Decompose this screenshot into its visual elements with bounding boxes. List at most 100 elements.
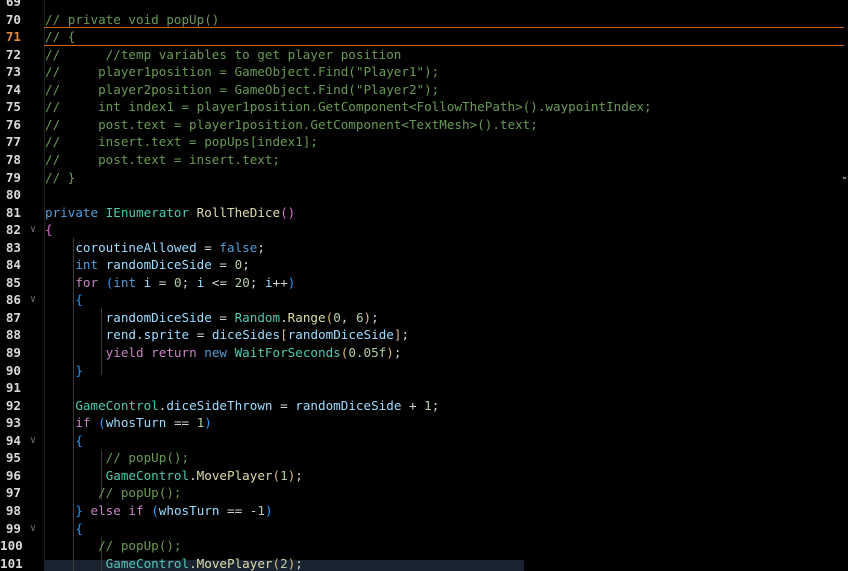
line-number: 75	[5, 99, 21, 115]
line-number: 98	[5, 502, 21, 518]
code-line[interactable]: 88 rend.sprite = diceSides[randomDiceSid…	[0, 326, 848, 344]
code-text: if (whosTurn == 1)	[45, 414, 212, 432]
line-number: 88	[5, 327, 21, 343]
code-line[interactable]: 85 for (int i = 0; i <= 20; i++)	[0, 274, 848, 292]
code-token: =	[272, 397, 296, 413]
code-line[interactable]: 76 // post.text = player1position.GetComp…	[0, 116, 848, 134]
code-line[interactable]: 69	[0, 0, 848, 11]
line-number: 87	[5, 309, 21, 325]
code-token: 0	[173, 274, 182, 290]
code-token: IEnumerator	[105, 204, 197, 220]
line-number: 84	[5, 257, 21, 273]
line-number: 71	[5, 29, 21, 45]
code-token: =	[189, 327, 212, 343]
code-line[interactable]: 97 // popUp();	[0, 484, 848, 502]
code-line[interactable]: 77 // insert.text = popUps[index1];	[0, 133, 848, 151]
code-token: diceSides	[211, 327, 281, 343]
code-line[interactable]: 96 GameControl.MovePlayer(1);	[0, 467, 848, 485]
fold-chevron-icon[interactable]: ∨	[30, 221, 40, 239]
code-line[interactable]: 100 // popUp();	[0, 537, 848, 555]
fold-chevron-icon[interactable]: ∨	[30, 432, 40, 450]
code-line[interactable]: 95 // popUp();	[0, 449, 848, 467]
code-text: // popUp();	[45, 484, 181, 502]
line-number: 80	[5, 187, 21, 203]
line-number: 93	[5, 415, 21, 431]
code-line[interactable]: 98 } else if (whosTurn == -1)	[0, 502, 848, 520]
line-number: 76	[5, 116, 21, 132]
code-token: // player1position = GameObject.Find("Pl…	[45, 64, 440, 80]
code-token: whosTurn	[105, 415, 167, 431]
code-line[interactable]: 73 // player1position = GameObject.Find("…	[0, 63, 848, 81]
code-line[interactable]: 82 ∨ {	[0, 221, 848, 239]
code-token: // //temp variables to get player positi…	[45, 46, 402, 62]
code-token: GameControl	[75, 397, 159, 413]
code-text: yield return new WaitForSeconds(0.05f);	[45, 344, 402, 362]
code-line[interactable]: 74 // player2position = GameObject.Find("…	[0, 81, 848, 99]
code-line[interactable]: 87 randomDiceSide = Random.Range(0, 6);	[0, 309, 848, 327]
code-token: {	[75, 432, 83, 448]
code-token: 0	[333, 309, 341, 325]
code-line[interactable]: 78 // post.text = insert.text;	[0, 151, 848, 169]
line-number: 79	[5, 169, 21, 185]
code-text: private IEnumerator RollTheDice()	[45, 204, 295, 222]
code-line[interactable]: 80	[0, 186, 848, 204]
line-number: 95	[5, 450, 21, 466]
fold-chevron-icon[interactable]: ∨	[30, 291, 40, 309]
code-token: )	[264, 502, 273, 518]
code-line[interactable]: 71 // {	[0, 28, 848, 46]
line-number: 99	[5, 520, 21, 536]
code-token: false	[219, 239, 258, 255]
fold-chevron-icon[interactable]: ∨	[30, 520, 40, 538]
code-line[interactable]: 91	[0, 379, 848, 397]
code-text: // //temp variables to get player positi…	[45, 46, 401, 64]
code-token: )	[386, 345, 394, 360]
line-number: 100	[0, 538, 23, 554]
code-text: {	[45, 432, 83, 450]
code-line[interactable]: 79 // }	[0, 169, 848, 187]
code-token: ;	[371, 309, 379, 325]
code-line[interactable]: 92 GameControl.diceSideThrown = randomDi…	[0, 397, 848, 415]
code-token: ;	[295, 555, 303, 571]
code-token: // player2position = GameObject.Find("Pl…	[45, 81, 440, 97]
code-token: Random	[234, 309, 281, 325]
code-text: for (int i = 0; i <= 20; i++)	[45, 274, 295, 292]
line-number: 94	[5, 432, 21, 448]
code-token: diceSideThrown	[166, 397, 273, 413]
code-line[interactable]: 75 // int index1 = player1position.GetCom…	[0, 98, 848, 116]
code-token: ;	[242, 257, 250, 273]
code-token: .	[136, 327, 144, 343]
code-token: MovePlayer	[196, 555, 273, 571]
code-token: 2	[280, 555, 288, 571]
code-line[interactable]: 83 coroutineAllowed = false;	[0, 239, 848, 257]
code-line[interactable]: 101 GameControl.MovePlayer(2);	[0, 555, 848, 571]
code-line[interactable]: 81 private IEnumerator RollTheDice()	[0, 204, 848, 222]
code-line[interactable]: 72 // //temp variables to get player posi…	[0, 46, 848, 64]
line-number: 86	[5, 292, 21, 308]
code-line[interactable]: 99 ∨ {	[0, 520, 848, 538]
code-token: // {	[45, 29, 76, 45]
code-token: // popUp();	[98, 538, 182, 554]
code-token: 0.05f	[348, 345, 387, 360]
code-line[interactable]: 84 int randomDiceSide = 0;	[0, 256, 848, 274]
code-token: {	[75, 292, 83, 308]
code-token: randomDiceSide	[105, 257, 212, 273]
code-line[interactable]: 94 ∨ {	[0, 432, 848, 450]
line-number: 77	[5, 134, 21, 150]
line-number: 90	[5, 362, 21, 378]
code-token: WaitForSeconds	[234, 345, 341, 360]
code-line[interactable]: 90 }	[0, 362, 848, 380]
code-token: GameControl	[105, 555, 190, 571]
code-editor[interactable]: 69 70// private void popUp() 71 // {72// //…	[0, 0, 848, 571]
code-line[interactable]: 86 ∨ {	[0, 291, 848, 309]
code-line[interactable]: 89 yield return new WaitForSeconds(0.05f…	[0, 344, 848, 362]
code-line[interactable]: 93 if (whosTurn == 1)	[0, 414, 848, 432]
code-line[interactable]: 70 // private void popUp()	[0, 11, 848, 29]
